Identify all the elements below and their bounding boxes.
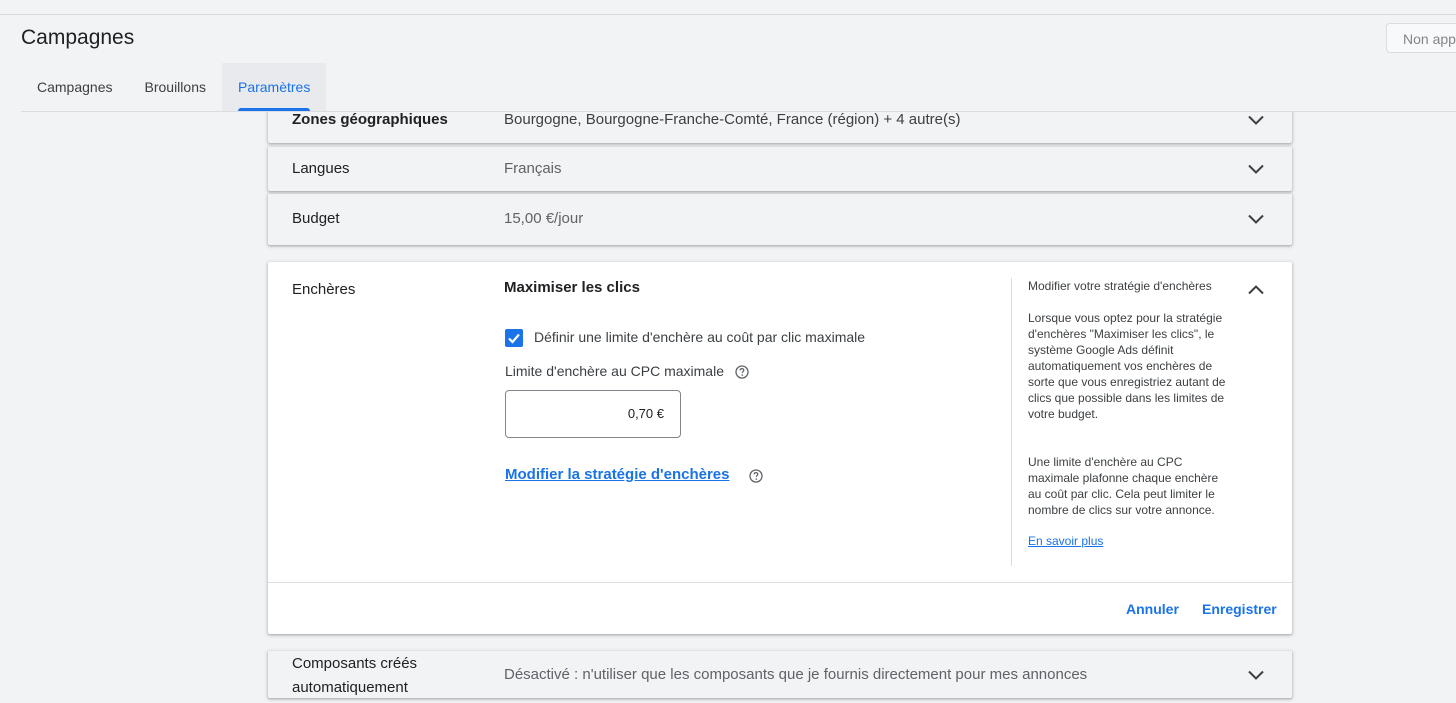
chevron-up-icon[interactable] — [1246, 280, 1266, 300]
locations-value: Bourgogne, Bourgogne-Franche-Comté, Fran… — [504, 112, 961, 128]
change-bid-strategy-link[interactable]: Modifier la stratégie d'enchères — [505, 466, 729, 483]
settings-panel: Zones géographiques Bourgogne, Bourgogne… — [0, 112, 1456, 703]
max-cpc-input[interactable]: 0,70 € — [505, 390, 681, 438]
help-icon[interactable] — [749, 469, 763, 483]
auto-assets-value: Désactivé : n'utiliser que les composant… — [504, 666, 1088, 683]
tab-settings[interactable]: Paramètres — [221, 63, 327, 111]
learn-more-link[interactable]: En savoir plus — [1028, 534, 1103, 548]
languages-label: Langues — [292, 160, 350, 177]
languages-value: Français — [504, 160, 562, 177]
budget-value: 15,00 €/jour — [504, 210, 584, 227]
chevron-down-icon[interactable] — [1246, 665, 1266, 685]
help-panel-paragraph: Une limite d'enchère au CPC maximale pla… — [1028, 455, 1219, 517]
auto-assets-row[interactable]: Composants créés automatiquement Désacti… — [268, 651, 1292, 698]
help-panel-divider — [1011, 278, 1012, 566]
help-icon[interactable] — [735, 365, 749, 379]
checkmark-icon — [508, 333, 520, 344]
chevron-down-icon[interactable] — [1246, 209, 1266, 229]
max-cpc-checkbox[interactable] — [505, 329, 523, 347]
chevron-down-icon[interactable] — [1246, 112, 1266, 130]
chevron-down-icon[interactable] — [1246, 159, 1266, 179]
locations-label: Zones géographiques — [292, 112, 448, 128]
languages-row[interactable]: Langues Français — [268, 147, 1292, 191]
auto-assets-label: Composants créés automatiquement — [292, 655, 418, 696]
cancel-button[interactable]: Annuler — [1126, 601, 1179, 617]
tab-campaigns[interactable]: Campagnes — [21, 63, 129, 111]
budget-label: Budget — [292, 210, 340, 227]
budget-row[interactable]: Budget 15,00 €/jour — [268, 194, 1292, 245]
tab-bar: Campagnes Brouillons Paramètres — [21, 63, 327, 111]
bidding-strategy-name: Maximiser les clics — [504, 279, 640, 296]
status-badge[interactable]: Non approuvé — [1386, 23, 1456, 53]
bidding-label: Enchères — [292, 281, 356, 298]
max-cpc-checkbox-label[interactable]: Définir une limite d'enchère au coût par… — [534, 329, 865, 345]
tab-drafts[interactable]: Brouillons — [129, 63, 222, 111]
help-panel-title: Modifier votre stratégie d'enchères — [1028, 279, 1212, 293]
page-title: Campagnes — [21, 26, 135, 49]
save-button[interactable]: Enregistrer — [1202, 601, 1277, 617]
bidding-section: Enchères Maximiser les clics Définir une… — [268, 262, 1292, 634]
section-footer-divider — [268, 582, 1292, 583]
top-divider — [0, 14, 1456, 15]
cpc-field-label: Limite d'enchère au CPC maximale — [505, 363, 724, 379]
help-panel-paragraph: Lorsque vous optez pour la stratégie d'e… — [1028, 311, 1226, 421]
locations-row[interactable]: Zones géographiques Bourgogne, Bourgogne… — [268, 112, 1292, 143]
